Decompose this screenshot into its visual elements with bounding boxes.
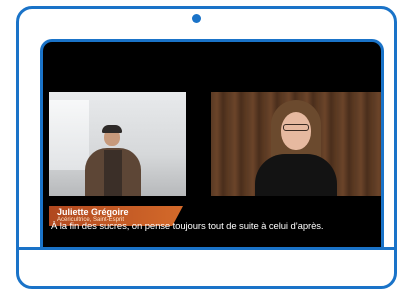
tablet-bottom-divider bbox=[16, 247, 397, 250]
background-window bbox=[49, 100, 89, 170]
speaker-name: Juliette Grégoire bbox=[57, 207, 129, 217]
participant-left-vest bbox=[104, 150, 122, 196]
participant-tile-right bbox=[211, 92, 381, 196]
video-screen: Juliette Grégoire Acéricultrice, Saint-E… bbox=[40, 39, 384, 249]
participant-right-face bbox=[281, 112, 311, 150]
video-subtitle: À la fin des sucres, on pense toujours t… bbox=[51, 221, 324, 232]
participant-left-hat bbox=[102, 125, 122, 133]
video-player[interactable]: Juliette Grégoire Acéricultrice, Saint-E… bbox=[49, 92, 381, 234]
participant-right-body bbox=[255, 154, 337, 196]
participant-tile-left bbox=[49, 92, 186, 196]
participant-right-glasses bbox=[283, 124, 309, 131]
camera-dot-icon bbox=[192, 14, 201, 23]
